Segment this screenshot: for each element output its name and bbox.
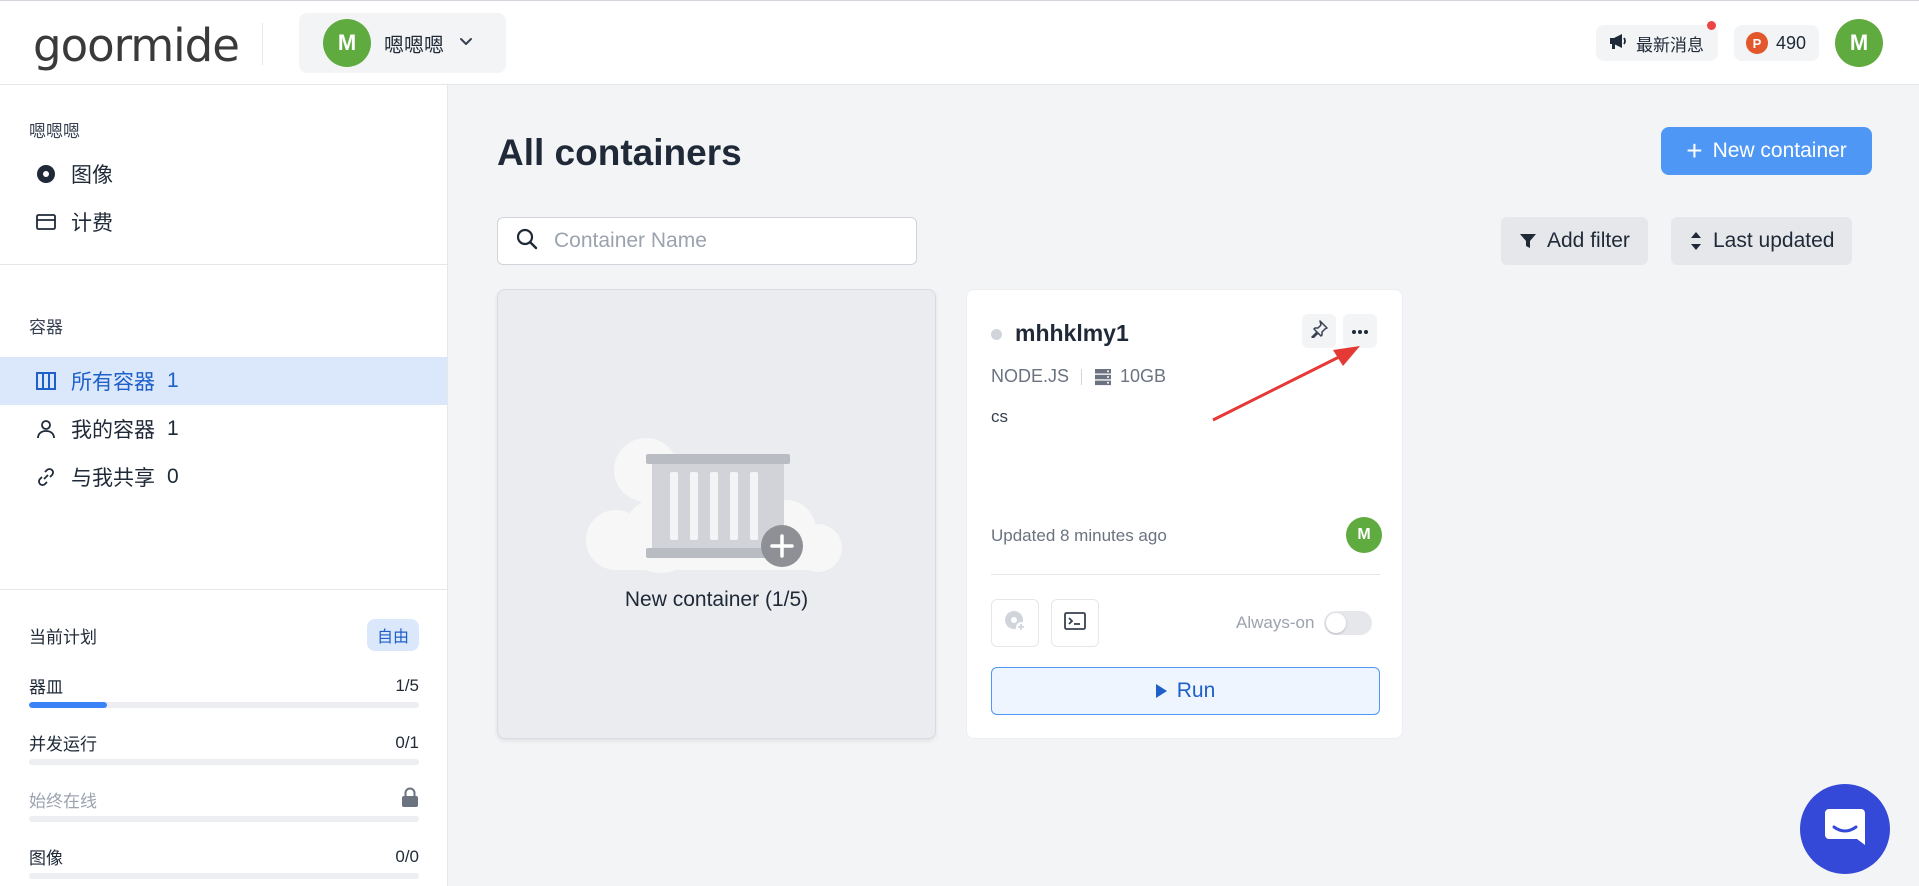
columns-icon [35, 370, 57, 392]
points-button[interactable]: P 490 [1734, 25, 1819, 61]
sidebar-item-label: 图像 [71, 164, 113, 187]
search-box [497, 217, 917, 265]
chat-support-button[interactable] [1800, 784, 1890, 874]
new-container-card-label: New container (1/5) [624, 588, 809, 611]
sort-button[interactable]: Last updated [1671, 217, 1853, 265]
plan-row-label: 图像 [29, 849, 63, 868]
plan-row-containers: 器皿 1/5 [29, 673, 419, 698]
page-title: All containers [497, 132, 742, 173]
workspace-avatar: M [323, 19, 371, 67]
sidebar: 嗯嗯嗯 图像 计费 容器 所有容器 1 我的容器 1 与我共享 0 当前计划 自… [0, 85, 448, 886]
plan-header: 当前计划 自由 [29, 619, 419, 651]
notification-dot [1707, 21, 1716, 30]
status-dot [991, 329, 1002, 340]
sidebar-divider [0, 264, 447, 265]
always-on-label: Always-on [1236, 613, 1315, 632]
plan-title: 当前计划 [29, 627, 97, 647]
sidebar-item-billing[interactable]: 计费 [0, 198, 447, 246]
plan-row-images: 图像 0/0 [29, 844, 419, 869]
header-divider [262, 23, 263, 65]
plan-row-concurrent: 并发运行 0/1 [29, 730, 419, 755]
sidebar-item-all-containers[interactable]: 所有容器 1 [0, 357, 447, 405]
plan-progress-concurrent [29, 759, 419, 765]
meta-separator [1081, 368, 1083, 385]
workspace-name: 嗯嗯嗯 [384, 34, 444, 57]
news-button[interactable]: 最新消息 [1596, 21, 1718, 61]
credit-card-icon [35, 211, 57, 233]
link-icon [35, 466, 57, 488]
sidebar-item-my-containers[interactable]: 我的容器 1 [0, 405, 447, 453]
sidebar-item-images[interactable]: 图像 [0, 150, 447, 198]
annotation-arrow-icon [1212, 346, 1360, 422]
disc-icon [35, 163, 57, 185]
sidebar-divider [0, 589, 447, 590]
run-button[interactable]: Run [991, 667, 1380, 715]
points-icon: P [1746, 32, 1768, 54]
plan-row-value: 0/1 [395, 732, 419, 752]
sidebar-workspace-title: 嗯嗯嗯 [29, 122, 80, 141]
chat-icon [1823, 805, 1867, 854]
top-header: goormide M 嗯嗯嗯 最新消息 P 490 M [0, 0, 1919, 85]
sidebar-item-label: 与我共享 [71, 467, 155, 490]
lock-icon [401, 787, 419, 812]
plan-row-value: 1/5 [395, 675, 419, 695]
sort-label: Last updated [1713, 229, 1835, 252]
new-container-label: New container [1712, 139, 1847, 162]
sidebar-containers-title: 容器 [29, 318, 63, 337]
sidebar-item-count: 1 [167, 417, 179, 440]
plan-badge[interactable]: 自由 [366, 619, 419, 651]
plan-progress-always-on [29, 816, 419, 822]
new-container-card[interactable]: New container (1/5) [497, 289, 936, 739]
play-icon [1155, 684, 1167, 698]
chevron-down-icon [458, 33, 474, 54]
terminal-button[interactable] [1051, 599, 1099, 647]
points-value: 490 [1776, 32, 1807, 53]
container-meta: NODE.JS 10GB [991, 366, 1166, 387]
terminal-icon [1064, 611, 1086, 635]
container-disk: 10GB [1120, 366, 1167, 386]
goormide-logo[interactable]: goormide [33, 19, 240, 72]
sidebar-item-label: 所有容器 [71, 371, 155, 394]
sidebar-item-count: 1 [167, 369, 179, 392]
add-filter-label: Add filter [1547, 229, 1630, 252]
search-icon [516, 228, 538, 255]
disk-icon [1094, 368, 1112, 386]
user-icon [35, 418, 57, 440]
container-updated: Updated 8 minutes ago [991, 526, 1167, 545]
plan-row-value: 0/0 [395, 846, 419, 866]
sidebar-item-count: 0 [167, 465, 179, 488]
plan-row-label: 器皿 [29, 678, 63, 697]
add-filter-button[interactable]: Add filter [1501, 217, 1648, 265]
search-input[interactable] [554, 229, 894, 253]
container-stack: NODE.JS [991, 366, 1070, 386]
more-horizontal-icon [1351, 322, 1369, 340]
megaphone-icon [1608, 32, 1628, 55]
user-avatar[interactable]: M [1835, 19, 1883, 67]
container-cloud-illustration [586, 438, 842, 573]
plan-row-label: 并发运行 [29, 735, 97, 754]
image-snapshot-button[interactable] [991, 599, 1039, 647]
plan-progress-containers [29, 702, 419, 708]
news-label: 最新消息 [1636, 35, 1704, 55]
plan-progress-images [29, 873, 419, 879]
plus-icon: + [1686, 135, 1703, 166]
container-name[interactable]: mhhklmy1 [1015, 320, 1129, 347]
sort-icon [1689, 231, 1703, 251]
owner-avatar: M [1346, 517, 1382, 553]
sidebar-item-label: 计费 [71, 212, 113, 235]
card-divider [991, 574, 1380, 575]
plan-row-label: 始终在线 [29, 792, 97, 811]
new-container-button[interactable]: + New container [1661, 127, 1872, 175]
always-on-control: Always-on [1236, 611, 1373, 635]
filter-icon [1519, 232, 1537, 250]
always-on-toggle[interactable] [1324, 611, 1373, 635]
workspace-switcher[interactable]: M 嗯嗯嗯 [299, 13, 506, 73]
plan-row-always-on: 始终在线 [29, 787, 419, 812]
sidebar-item-shared-with-me[interactable]: 与我共享 0 [0, 453, 447, 501]
run-label: Run [1176, 679, 1216, 702]
container-description: cs [991, 407, 1008, 426]
disc-plus-icon [1003, 609, 1027, 638]
sidebar-item-label: 我的容器 [71, 419, 155, 442]
